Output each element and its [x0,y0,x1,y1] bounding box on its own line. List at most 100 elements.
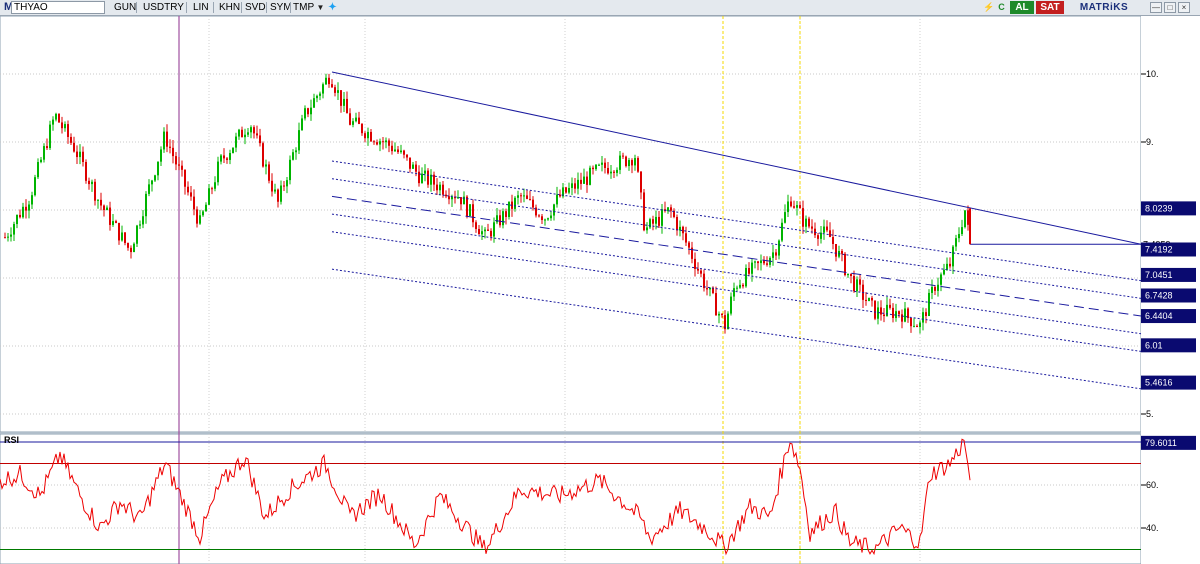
candle-body [418,171,420,184]
price-tick-label: 5. [1146,409,1154,419]
candle-body [385,140,387,143]
toolbar-item-lin[interactable]: LIN [191,1,211,14]
candle-body [352,121,354,125]
candle-body [499,215,501,226]
candle-body [235,136,237,148]
candle-body [91,181,93,185]
candle-body [961,227,963,235]
candle-body [226,158,228,160]
candle-body [949,263,951,267]
candle-body [229,153,231,160]
candle-body [136,225,138,244]
candle-body [55,113,57,120]
candle-body [322,84,324,94]
sell-button[interactable]: SAT [1036,1,1064,14]
candle-body [586,176,588,185]
candle-body [733,288,735,297]
candle-body [910,318,912,327]
candle-body [298,130,300,151]
candle-body [244,134,246,138]
candle-body [922,312,924,323]
candle-body [241,129,243,138]
candle-body [277,189,279,202]
candle-body [622,155,624,157]
candle-body [19,214,21,218]
symbol-input[interactable]: THYAO [11,1,105,14]
candle-body [490,230,492,237]
candle-body [31,195,33,205]
candle-body [595,164,597,170]
candle-body [112,221,114,225]
candle-body [250,127,252,133]
candle-body [382,141,384,143]
maximize-icon[interactable]: □ [1164,2,1176,13]
candle-body [100,199,102,206]
candle-body [40,159,42,163]
candle-body [757,261,759,264]
candle-body [796,205,798,208]
candle-body [349,113,351,125]
candle-body [751,262,753,274]
candle-body [310,107,312,115]
toolbar-item-usdtry[interactable]: USDTRY [141,1,186,14]
close-icon[interactable]: × [1178,2,1190,13]
toolbar-item-gun[interactable]: GUN [112,1,138,14]
candle-body [61,122,63,129]
candle-body [718,313,720,316]
refresh-icon[interactable]: C [996,2,1007,13]
lightning-icon[interactable]: ⚡ [983,2,994,13]
candle-body [775,252,777,256]
candle-body [601,162,603,165]
candle-body [583,176,585,184]
candle-body [538,215,540,217]
candle-body [487,229,489,231]
candle-body [853,276,855,292]
candle-body [748,267,750,274]
candle-body [268,164,270,181]
candle-body [694,258,696,269]
dropdown-arrow-icon[interactable]: ▼ [315,2,326,13]
candle-body [4,237,6,239]
candle-body [727,313,729,330]
candle-body [199,215,201,224]
candle-body [607,167,609,174]
candle-body [640,171,642,193]
toolbar-item-khn[interactable]: KHN [217,1,242,14]
candle-body [316,95,318,99]
candle-body [874,300,876,319]
candle-body [835,244,837,257]
candle-body [592,167,594,170]
candle-body [238,129,240,137]
candle-body [7,236,9,238]
price-tag-label: 7.4192 [1145,244,1173,254]
price-chart[interactable]: 10.9.8.7.6.5.60.40.808.02397.49597.41927… [0,16,1200,564]
candle-body [409,157,411,169]
candle-body [79,151,81,158]
candle-body [313,98,315,108]
candle-body [172,147,174,157]
twitter-icon[interactable]: ✦ [327,2,338,13]
candle-body [880,307,882,315]
candle-body [541,216,543,221]
candle-body [133,243,135,253]
toolbar-item-tmp[interactable]: TMP [291,1,316,14]
minimize-icon[interactable]: — [1150,2,1162,13]
candle-body [274,189,276,192]
candle-body [220,155,222,162]
candle-body [682,226,684,234]
candle-body [346,98,348,114]
price-tag-label: 7.0451 [1145,270,1173,280]
toolbar-item-svd[interactable]: SVD [243,1,268,14]
candle-body [139,224,141,226]
candle-body [526,195,528,199]
candle-body [925,312,927,316]
candle-body [847,273,849,276]
buy-button[interactable]: AL [1010,1,1034,14]
candle-body [778,240,780,256]
candle-body [685,233,687,243]
candle-body [532,199,534,208]
candle-body [214,182,216,189]
candle-body [37,162,39,178]
candle-body [700,270,702,274]
candle-body [232,147,234,154]
